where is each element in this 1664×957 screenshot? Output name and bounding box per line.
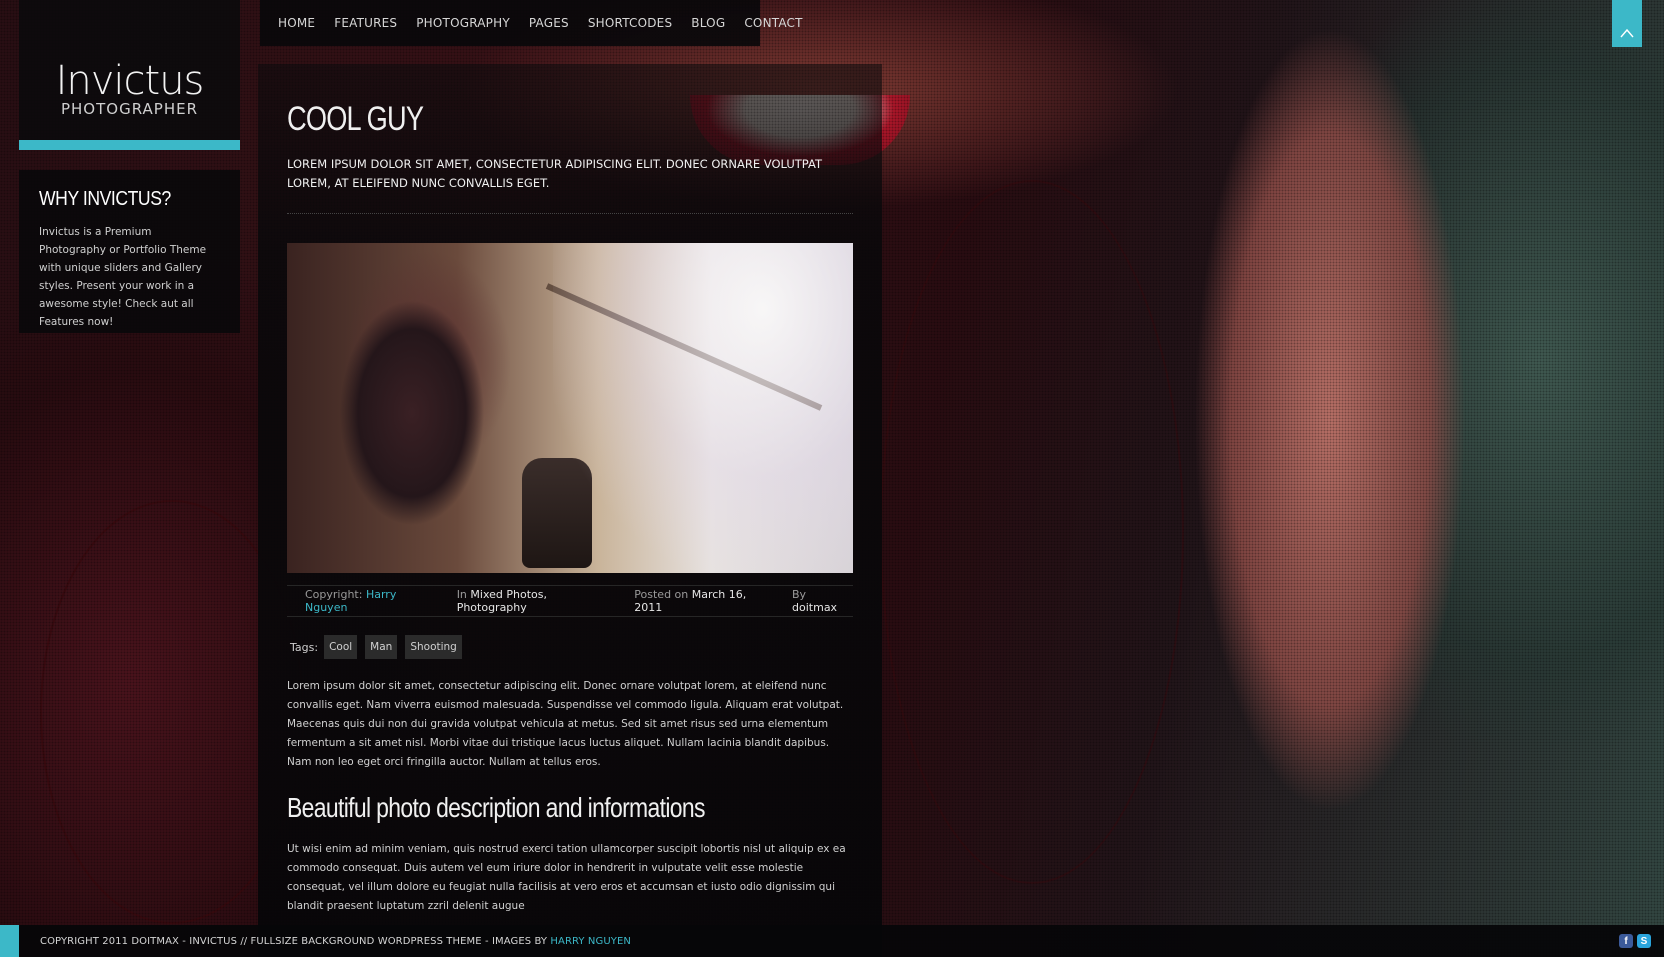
- meta-category-links[interactable]: Mixed Photos, Photography: [457, 588, 547, 614]
- meta-category: In Mixed Photos, Photography: [457, 588, 617, 614]
- skype-icon[interactable]: S: [1637, 934, 1651, 948]
- footer-credit-link[interactable]: HARRY NGUYEN: [550, 936, 631, 947]
- post-paragraph-1: Lorem ipsum dolor sit amet, consectetur …: [287, 680, 844, 768]
- site-logo[interactable]: Invictus PHOTOGRAPHER: [19, 0, 240, 150]
- meta-author-label: By: [792, 588, 807, 601]
- meta-category-label: In: [456, 588, 467, 601]
- widget-text: Invictus is a Premium Photography or Por…: [39, 226, 207, 328]
- footer-copyright: COPYRIGHT 2011 DOITMAX - INVICTUS // FUL…: [40, 936, 631, 947]
- tag-man[interactable]: Man: [365, 635, 398, 659]
- facebook-icon[interactable]: f: [1619, 934, 1633, 948]
- main-nav: HOME FEATURES PHOTOGRAPHY PAGES SHORTCOD…: [260, 0, 802, 46]
- meta-author: By doitmax: [792, 588, 853, 614]
- post-tags: Tags: Cool Man Shooting: [287, 635, 853, 659]
- footer-copyright-text: COPYRIGHT 2011 DOITMAX - INVICTUS // FUL…: [40, 935, 548, 947]
- nav-item-home[interactable]: HOME: [278, 16, 315, 30]
- post-meta: Copyright: Harry Nguyen In Mixed Photos,…: [287, 585, 853, 617]
- meta-copyright-label: Copyright:: [305, 588, 363, 601]
- tags-label: Tags:: [290, 640, 319, 654]
- nav-item-pages[interactable]: PAGES: [529, 16, 569, 30]
- back-to-top-button[interactable]: [1612, 0, 1642, 47]
- nav-item-shortcodes[interactable]: SHORTCODES: [588, 16, 672, 30]
- nav-item-photography[interactable]: PHOTOGRAPHY: [416, 16, 510, 30]
- post-intro: LOREM IPSUM DOLOR SIT AMET, CONSECTETUR …: [287, 157, 822, 190]
- logo-name: Invictus: [55, 58, 205, 104]
- meta-copyright: Copyright: Harry Nguyen: [305, 588, 439, 614]
- tag-shooting[interactable]: Shooting: [405, 635, 462, 659]
- meta-date-label: Posted on: [634, 588, 689, 601]
- nav-item-contact[interactable]: CONTACT: [744, 16, 802, 30]
- photo-subject: [312, 263, 522, 563]
- divider: [287, 213, 853, 214]
- chevron-up-icon: [1620, 28, 1634, 38]
- meta-author-link[interactable]: doitmax: [792, 601, 837, 614]
- nav-item-blog[interactable]: BLOG: [691, 16, 725, 30]
- meta-date: Posted on March 16, 2011: [634, 588, 774, 614]
- logo-tagline: PHOTOGRAPHER: [60, 100, 199, 118]
- post-subheading: Beautiful photo description and informat…: [287, 792, 706, 823]
- post-photo[interactable]: [287, 243, 853, 573]
- widget-title: WHY INVICTUS?: [39, 188, 171, 210]
- post-content: COOL GUY LOREM IPSUM DOLOR SIT AMET, CON…: [258, 64, 882, 957]
- tag-cool[interactable]: Cool: [324, 635, 358, 659]
- post-paragraph-2: Ut wisi enim ad minim veniam, quis nostr…: [287, 843, 846, 912]
- footer-social-links: f S: [1619, 934, 1651, 948]
- site-footer: COPYRIGHT 2011 DOITMAX - INVICTUS // FUL…: [0, 925, 1664, 957]
- sidebar-widget-why-invictus: WHY INVICTUS? Invictus is a Premium Phot…: [19, 170, 240, 333]
- nav-item-features[interactable]: FEATURES: [334, 16, 397, 30]
- photo-light-glare: [553, 243, 853, 573]
- post-title: COOL GUY: [287, 100, 424, 138]
- footer-accent-bar: [0, 925, 19, 957]
